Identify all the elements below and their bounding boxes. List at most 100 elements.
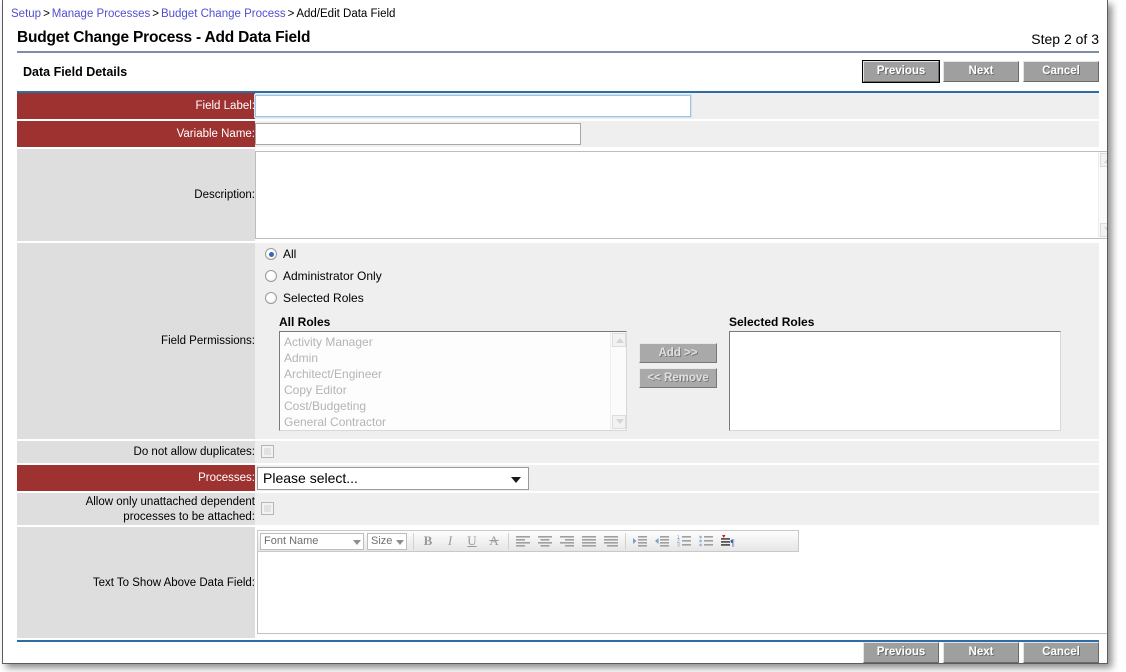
variable-name-cell (255, 120, 1099, 149)
svg-text:¶: ¶ (730, 538, 734, 548)
selected-roles-list (730, 332, 1060, 334)
form-row-no-duplicates: Do not allow duplicates: (17, 440, 1099, 465)
cancel-button-bottom[interactable]: Cancel (1023, 642, 1099, 663)
numbered-list-icon[interactable]: 123 (673, 532, 695, 551)
all-roles-column: All Roles Activity Manager Admin Archite… (279, 315, 627, 431)
radio-label-all: All (283, 247, 297, 261)
paragraph-direction-icon[interactable]: ¶ (717, 532, 739, 551)
list-item[interactable]: Activity Manager (284, 334, 626, 350)
all-roles-listbox[interactable]: Activity Manager Admin Architect/Enginee… (279, 331, 627, 431)
list-item[interactable]: General Contractor (284, 414, 626, 430)
text-above-editor-body[interactable] (257, 552, 1107, 634)
radio-label-administrator-only: Administrator Only (283, 269, 382, 283)
radio-icon-selected-roles[interactable] (265, 292, 277, 304)
breadcrumb: Setup > Manage Processes > Budget Change Pro… (3, 0, 1107, 25)
radio-icon-administrator-only[interactable] (265, 270, 277, 282)
title-row: Budget Change Process - Add Data Field S… (17, 29, 1099, 53)
bottom-button-group: Previous Next Cancel (859, 642, 1099, 663)
font-name-select[interactable]: Font Name (260, 532, 364, 550)
align-justify-icon[interactable] (578, 532, 600, 551)
no-duplicates-checkbox[interactable] (261, 445, 274, 459)
form-row-variable-name: Variable Name: (17, 120, 1099, 149)
unattached-dependent-label: Allow only unattached dependent processe… (17, 492, 255, 527)
description-textarea-wrap (255, 151, 1107, 239)
description-scrollbar[interactable] (1098, 152, 1107, 238)
next-button-top[interactable]: Next (943, 61, 1019, 82)
radio-icon-all[interactable] (265, 248, 277, 260)
variable-name-label: Variable Name: (17, 120, 255, 149)
scroll-up-icon[interactable] (1100, 153, 1107, 167)
selected-roles-listbox[interactable] (729, 331, 1061, 431)
radio-option-all[interactable]: All (255, 243, 1099, 265)
form-row-processes: Processes: Please select... (17, 464, 1099, 493)
align-right-icon[interactable] (556, 532, 578, 551)
form-row-unattached-dependent: Allow only unattached dependent processe… (17, 492, 1099, 527)
scroll-up-icon[interactable] (612, 333, 626, 347)
scroll-down-icon[interactable] (1100, 223, 1107, 237)
list-item[interactable]: Cost/Budgeting (284, 398, 626, 414)
cancel-button-top[interactable]: Cancel (1023, 61, 1099, 82)
radio-option-administrator-only[interactable]: Administrator Only (255, 265, 1099, 287)
align-center-icon[interactable] (534, 532, 556, 551)
data-field-details-form: Field Label: Variable Name: Description: (17, 91, 1107, 640)
browser-window-frame: Setup > Manage Processes > Budget Change Pro… (2, 0, 1108, 664)
breadcrumb-item-setup[interactable]: Setup (11, 8, 41, 20)
roles-transfer-area: All Roles Activity Manager Admin Archite… (255, 309, 1099, 439)
variable-name-input[interactable] (255, 123, 581, 145)
font-name-value: Font Name (264, 534, 319, 547)
indent-decrease-icon[interactable] (651, 532, 673, 551)
chevron-down-icon (396, 539, 404, 545)
unattached-dependent-checkbox[interactable] (261, 502, 274, 516)
processes-label: Processes: (17, 464, 255, 493)
toolbar-divider (625, 532, 626, 550)
field-permissions-cell: All Administrator Only Selected Roles Al… (255, 242, 1099, 441)
section-title: Data Field Details (23, 65, 128, 79)
breadcrumb-separator: > (287, 8, 295, 20)
remove-role-button[interactable]: << Remove (639, 368, 717, 388)
page-title: Budget Change Process - Add Data Field (17, 29, 311, 46)
all-roles-scrollbar[interactable] (610, 332, 626, 430)
breadcrumb-item-manage-processes[interactable]: Manage Processes (52, 8, 150, 20)
field-label-input[interactable] (255, 95, 691, 117)
breadcrumb-item-budget-change-process[interactable]: Budget Change Process (161, 8, 286, 20)
page-scroll-container[interactable]: Setup > Manage Processes > Budget Change Pro… (3, 0, 1107, 663)
bold-icon[interactable]: B (417, 532, 439, 551)
radio-option-selected-roles[interactable]: Selected Roles (255, 287, 1099, 309)
breadcrumb-separator: > (152, 8, 159, 20)
list-item[interactable]: Architect/Engineer (284, 366, 626, 382)
strikethrough-icon[interactable]: A (483, 532, 505, 551)
scroll-down-icon[interactable] (612, 415, 626, 429)
underline-icon[interactable]: U (461, 532, 483, 551)
no-duplicates-label: Do not allow duplicates: (17, 440, 255, 465)
list-item[interactable]: Admin (284, 350, 626, 366)
toolbar-divider (508, 532, 509, 550)
bulleted-list-icon[interactable] (695, 532, 717, 551)
bottom-bar: Previous Next Cancel (17, 640, 1099, 663)
font-size-value: Size (371, 534, 393, 547)
processes-cell: Please select... (255, 464, 1099, 493)
text-above-label: Text To Show Above Data Field: (17, 526, 255, 640)
transfer-buttons: Add >> << Remove (627, 315, 729, 393)
processes-select[interactable]: Please select... (257, 466, 529, 490)
rich-text-editor: Font Name Size B I U A 1 2 3 ¶ (255, 527, 1107, 638)
font-size-select[interactable]: Size (367, 532, 407, 550)
list-item[interactable]: Copy Editor (284, 382, 626, 398)
all-roles-list: Activity Manager Admin Architect/Enginee… (280, 332, 626, 430)
text-above-cell: Font Name Size B I U A 1 2 3 ¶ (255, 526, 1107, 640)
form-row-field-permissions: Field Permissions: All Administrator Onl… (17, 242, 1099, 441)
description-label: Description: (17, 148, 255, 243)
next-button-bottom[interactable]: Next (943, 642, 1019, 663)
step-indicator: Step 2 of 3 (1031, 31, 1099, 47)
breadcrumb-separator: > (43, 8, 50, 20)
processes-select-value: Please select... (263, 469, 358, 486)
align-left-icon[interactable] (512, 532, 534, 551)
section-bar: Data Field Details Previous Next Cancel (17, 60, 1099, 87)
previous-button-top[interactable]: Previous (862, 60, 940, 83)
add-role-button[interactable]: Add >> (639, 343, 717, 363)
field-label-label: Field Label: (17, 92, 255, 121)
description-textarea[interactable] (256, 152, 1107, 238)
indent-increase-icon[interactable] (629, 532, 651, 551)
italic-icon[interactable]: I (439, 532, 461, 551)
previous-button-bottom[interactable]: Previous (863, 642, 939, 663)
align-distribute-icon[interactable] (600, 532, 622, 551)
